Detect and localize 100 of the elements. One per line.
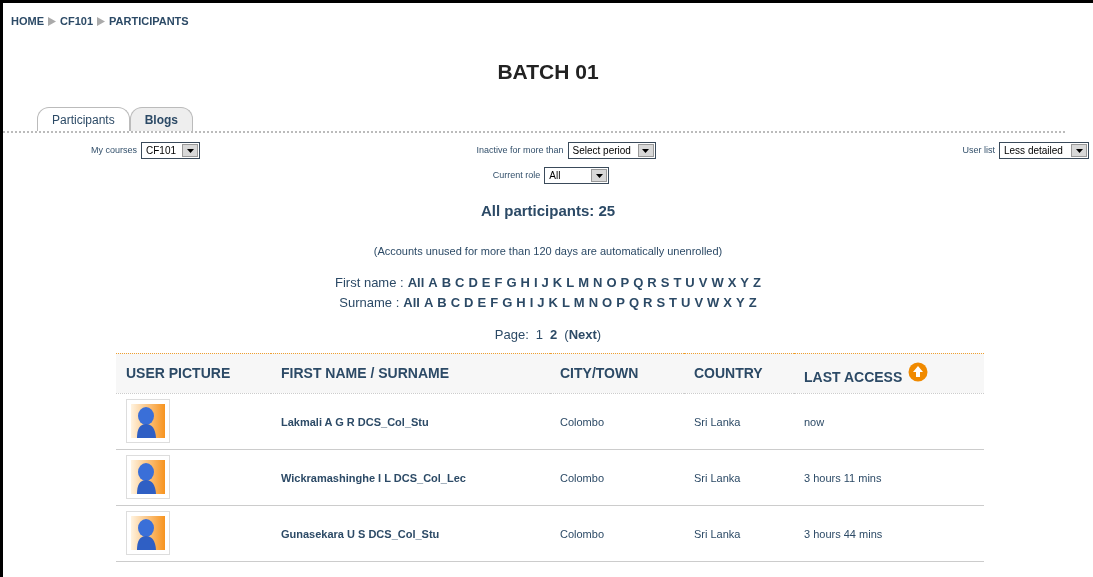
caret-icon bbox=[591, 169, 608, 182]
column-header[interactable]: USER PICTURE bbox=[126, 364, 231, 381]
user-name-link[interactable]: Gunasekara U S DCS_Col_Stu bbox=[281, 528, 440, 540]
dropdown[interactable]: All bbox=[544, 167, 610, 184]
letter-link[interactable]: K bbox=[548, 293, 558, 313]
letter-link[interactable]: A bbox=[428, 273, 438, 293]
letter-link[interactable]: X bbox=[723, 293, 733, 313]
letter-link[interactable]: W bbox=[711, 273, 724, 293]
separator-arrow-icon bbox=[48, 16, 56, 26]
user-avatar[interactable] bbox=[126, 511, 170, 555]
letter-link[interactable]: F bbox=[490, 293, 499, 313]
letter-link[interactable]: C bbox=[455, 273, 465, 293]
letter-link[interactable]: A bbox=[423, 293, 434, 313]
letter-link[interactable]: G bbox=[502, 293, 513, 313]
filter-label: Surname : bbox=[339, 294, 400, 312]
user-name-link[interactable]: Wickramashinghe I L DCS_Col_Lec bbox=[281, 472, 466, 484]
letter-link[interactable]: All bbox=[407, 273, 425, 293]
letter-link[interactable]: G bbox=[506, 273, 517, 293]
letter-link[interactable]: K bbox=[552, 273, 563, 293]
letter-link[interactable]: M bbox=[573, 293, 585, 313]
column-header[interactable]: CITY/TOWN bbox=[560, 364, 639, 381]
letter-link[interactable]: P bbox=[616, 293, 625, 313]
letter-link[interactable]: Q bbox=[628, 293, 639, 313]
letter-link[interactable]: P bbox=[620, 273, 630, 293]
breadcrumb-link[interactable]: PARTICIPANTS bbox=[109, 13, 189, 30]
user-avatar[interactable] bbox=[126, 455, 170, 499]
column-header[interactable]: LAST ACCESS bbox=[804, 366, 903, 388]
dropdown[interactable]: CF101 bbox=[141, 142, 200, 159]
dropdown[interactable]: Less detailed bbox=[999, 142, 1089, 159]
next-link[interactable]: (Next) bbox=[564, 325, 602, 345]
letter-link[interactable]: M bbox=[578, 273, 589, 293]
column-header[interactable]: COUNTRY bbox=[694, 364, 763, 381]
select-label: Current role bbox=[492, 168, 541, 182]
letter-link[interactable]: I bbox=[533, 273, 538, 293]
letter-link[interactable]: H bbox=[520, 273, 530, 293]
breadcrumb-link[interactable]: HOME bbox=[11, 13, 44, 30]
letter-link[interactable]: D bbox=[468, 273, 478, 293]
letter-link[interactable]: B bbox=[441, 273, 452, 293]
city-cell: Colombo bbox=[560, 528, 605, 540]
country-cell: Sri Lanka bbox=[694, 528, 741, 540]
unenrol-note: (Accounts unused for more than 120 days are automatically unenrolled) bbox=[373, 243, 723, 259]
page-link[interactable]: 2 bbox=[550, 325, 558, 345]
letter-link[interactable]: L bbox=[561, 293, 570, 313]
separator-arrow-icon bbox=[97, 16, 106, 26]
letter-link[interactable]: S bbox=[660, 273, 670, 293]
tab[interactable]: Blogs bbox=[129, 107, 194, 131]
letter-link[interactable]: O bbox=[602, 293, 613, 313]
letter-link[interactable]: O bbox=[606, 273, 617, 293]
letter-link[interactable]: I bbox=[529, 293, 534, 313]
letter-link[interactable]: All bbox=[403, 293, 420, 313]
caret-icon bbox=[1071, 144, 1087, 157]
letter-link[interactable]: T bbox=[673, 273, 682, 293]
country-cell: Sri Lanka bbox=[694, 472, 741, 484]
letter-link[interactable]: Y bbox=[736, 293, 745, 313]
page-label: Page: bbox=[494, 326, 529, 344]
letter-link[interactable]: U bbox=[685, 273, 695, 293]
select-label: User list bbox=[962, 143, 995, 157]
letter-link[interactable]: E bbox=[481, 273, 491, 293]
letter-link[interactable]: J bbox=[541, 273, 549, 293]
letter-link[interactable]: H bbox=[516, 293, 526, 313]
letter-link[interactable]: B bbox=[437, 293, 447, 313]
letter-link[interactable]: C bbox=[450, 293, 461, 313]
select-label: My courses bbox=[91, 143, 137, 157]
page-link[interactable]: 1 bbox=[535, 325, 544, 345]
letter-link[interactable]: U bbox=[681, 293, 691, 313]
letter-link[interactable]: V bbox=[694, 293, 704, 313]
letter-link[interactable]: L bbox=[566, 273, 575, 293]
caret-icon bbox=[637, 144, 654, 157]
letter-link[interactable]: Z bbox=[753, 273, 761, 293]
letter-link[interactable]: W bbox=[707, 293, 720, 313]
letter-link[interactable]: E bbox=[477, 293, 487, 313]
country-cell: Sri Lanka bbox=[694, 416, 741, 428]
letter-link[interactable]: R bbox=[647, 273, 657, 293]
letter-link[interactable]: V bbox=[698, 273, 708, 293]
dropdown[interactable]: Select period bbox=[567, 142, 656, 159]
letter-link[interactable]: S bbox=[656, 293, 666, 313]
letter-link[interactable]: N bbox=[588, 293, 599, 313]
letter-link[interactable]: N bbox=[593, 273, 603, 293]
last-access-cell: 3 hours 11 mins bbox=[804, 472, 882, 484]
tab[interactable]: Participants bbox=[37, 107, 130, 131]
letter-link[interactable]: R bbox=[643, 293, 653, 313]
page-title: BATCH 01 bbox=[497, 58, 599, 85]
letter-link[interactable]: J bbox=[537, 293, 545, 313]
column-header[interactable]: FIRST NAME / SURNAME bbox=[281, 364, 449, 381]
letter-link[interactable]: Q bbox=[633, 273, 644, 293]
letter-link[interactable]: Y bbox=[740, 273, 750, 293]
last-access-cell: now bbox=[804, 416, 825, 428]
select-label: Inactive for more than bbox=[476, 143, 564, 157]
last-access-cell: 3 hours 44 mins bbox=[804, 528, 883, 540]
breadcrumb-link[interactable]: CF101 bbox=[60, 13, 94, 30]
letter-link[interactable]: F bbox=[494, 273, 503, 293]
user-avatar[interactable] bbox=[126, 399, 170, 443]
letter-link[interactable]: D bbox=[464, 293, 474, 313]
filter-label: First name : bbox=[335, 274, 404, 292]
letter-link[interactable]: Z bbox=[748, 293, 757, 313]
city-cell: Colombo bbox=[560, 472, 605, 484]
letter-link[interactable]: T bbox=[669, 293, 677, 313]
letter-link[interactable]: X bbox=[727, 273, 737, 293]
caret-icon bbox=[182, 144, 198, 157]
user-name-link[interactable]: Lakmali A G R DCS_Col_Stu bbox=[281, 416, 429, 428]
